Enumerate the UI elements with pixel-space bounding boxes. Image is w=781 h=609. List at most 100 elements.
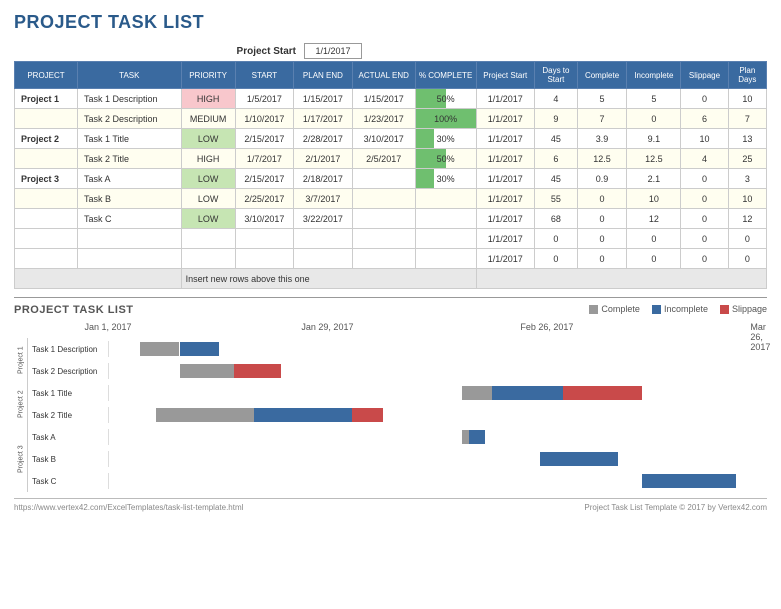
- cell: 0: [728, 249, 766, 269]
- cell: [352, 249, 415, 269]
- cell: Task 2 Description: [78, 109, 182, 129]
- note-row: Insert new rows above this one: [15, 269, 767, 289]
- cell: [15, 109, 78, 129]
- col-header: START: [235, 62, 294, 89]
- cell: 4: [681, 149, 728, 169]
- gantt-row: Project 1Task 1 Description: [14, 338, 767, 360]
- legend-slippage: Slippage: [720, 304, 767, 314]
- cell: 7: [728, 109, 766, 129]
- cell: 2/15/2017: [235, 169, 294, 189]
- gantt-task-label: Task A: [28, 433, 108, 442]
- cell: 3.9: [577, 129, 627, 149]
- cell: 5: [577, 89, 627, 109]
- pct-cell: [415, 189, 476, 209]
- table-row: Project 2Task 1 TitleLOW2/15/20172/28/20…: [15, 129, 767, 149]
- gantt-plot: [108, 429, 767, 445]
- legend-complete: Complete: [589, 304, 640, 314]
- cell: 1/1/2017: [476, 149, 535, 169]
- gantt-row: Task 2 Description: [14, 360, 767, 382]
- gantt-rows: Project 1Task 1 DescriptionTask 2 Descri…: [14, 338, 767, 492]
- table-row: Task BLOW2/25/20173/7/20171/1/2017550100…: [15, 189, 767, 209]
- cell: 0: [681, 229, 728, 249]
- cell: 1/17/2017: [294, 109, 353, 129]
- table-header: PROJECTTASKPRIORITYSTARTPLAN ENDACTUAL E…: [15, 62, 767, 89]
- cell: 2/28/2017: [294, 129, 353, 149]
- cell: 1/1/2017: [476, 109, 535, 129]
- col-header: Slippage: [681, 62, 728, 89]
- gantt-project-label: Project 3: [14, 426, 28, 492]
- cell: MEDIUM: [181, 109, 235, 129]
- cell: [15, 249, 78, 269]
- gantt-task-label: Task 1 Description: [28, 345, 108, 354]
- pct-cell: 30%: [415, 129, 476, 149]
- gantt-chart: PROJECT TASK LIST Complete Incomplete Sl…: [14, 297, 767, 492]
- col-header: PRIORITY: [181, 62, 235, 89]
- cell: 2/18/2017: [294, 169, 353, 189]
- cell: 55: [535, 189, 578, 209]
- cell: 10: [681, 129, 728, 149]
- cell: 4: [535, 89, 578, 109]
- cell: [15, 209, 78, 229]
- cell: 45: [535, 129, 578, 149]
- cell: 12: [627, 209, 681, 229]
- gantt-bar: [352, 408, 383, 422]
- cell: 0: [627, 229, 681, 249]
- cell: [352, 229, 415, 249]
- col-header: Plan Days: [728, 62, 766, 89]
- cell: 0: [577, 209, 627, 229]
- cell: 25: [728, 149, 766, 169]
- cell: 9.1: [627, 129, 681, 149]
- table-row: 1/1/201700000: [15, 229, 767, 249]
- cell: Task C: [78, 209, 182, 229]
- cell: 5: [627, 89, 681, 109]
- col-header: Complete: [577, 62, 627, 89]
- legend-incomplete: Incomplete: [652, 304, 708, 314]
- timeline-label: Feb 26, 2017: [520, 322, 573, 332]
- cell: 0.9: [577, 169, 627, 189]
- pct-cell: [415, 209, 476, 229]
- cell: 3/10/2017: [352, 129, 415, 149]
- cell: 1/1/2017: [476, 249, 535, 269]
- cell: 13: [728, 129, 766, 149]
- cell: [415, 229, 476, 249]
- table-row: 1/1/201700000: [15, 249, 767, 269]
- gantt-bar: [254, 408, 352, 422]
- gantt-bar: [234, 364, 281, 378]
- cell: 1/15/2017: [294, 89, 353, 109]
- cell: Task 1 Description: [78, 89, 182, 109]
- gantt-bar: [462, 386, 493, 400]
- col-header: TASK: [78, 62, 182, 89]
- col-header: Incomplete: [627, 62, 681, 89]
- cell: 0: [681, 249, 728, 269]
- cell: 0: [535, 229, 578, 249]
- cell: [181, 249, 235, 269]
- gantt-bar: [180, 342, 219, 356]
- pct-cell: 50%: [415, 89, 476, 109]
- cell: 12.5: [627, 149, 681, 169]
- cell: 3/22/2017: [294, 209, 353, 229]
- cell: Project 3: [15, 169, 78, 189]
- cell: 0: [577, 229, 627, 249]
- gantt-row: Task C: [14, 470, 767, 492]
- cell: Project 1: [15, 89, 78, 109]
- cell: HIGH: [181, 89, 235, 109]
- cell: 0: [627, 249, 681, 269]
- cell: 1/15/2017: [352, 89, 415, 109]
- gantt-bar: [462, 430, 469, 444]
- cell: 1/7/2017: [235, 149, 294, 169]
- cell: 1/1/2017: [476, 169, 535, 189]
- cell: [78, 229, 182, 249]
- project-start-value[interactable]: 1/1/2017: [304, 43, 362, 59]
- cell: 1/1/2017: [476, 189, 535, 209]
- col-header: Days to Start: [535, 62, 578, 89]
- cell: [294, 229, 353, 249]
- cell: LOW: [181, 209, 235, 229]
- cell: [78, 249, 182, 269]
- cell: 6: [681, 109, 728, 129]
- cell: 0: [681, 89, 728, 109]
- cell: LOW: [181, 169, 235, 189]
- project-start-label: Project Start: [14, 46, 304, 57]
- cell: 68: [535, 209, 578, 229]
- table-row: Project 3Task ALOW2/15/20172/18/201730%1…: [15, 169, 767, 189]
- cell: 3: [728, 169, 766, 189]
